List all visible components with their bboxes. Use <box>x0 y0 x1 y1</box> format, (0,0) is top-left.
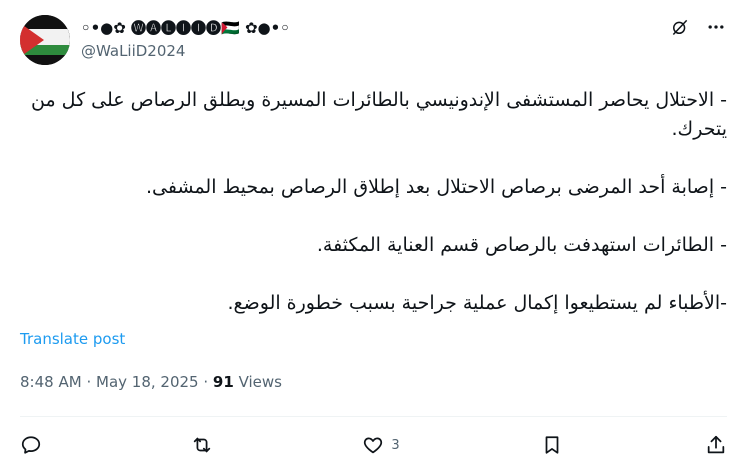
translate-post-link[interactable]: Translate post <box>20 330 125 348</box>
bookmark-icon <box>545 436 559 454</box>
post-time[interactable]: 8:48 AM <box>20 373 82 391</box>
reply-icon <box>21 436 41 454</box>
meta-separator: · <box>86 373 92 391</box>
post-meta: 8:48 AM · May 18, 2025 · 91 Views <box>20 373 282 391</box>
share-icon <box>707 435 725 454</box>
more-icon[interactable] <box>705 16 727 38</box>
avatar[interactable] <box>20 15 70 65</box>
display-name[interactable]: ◦•●✿ 🅦🅐🅛🅘🅘🅓🇵🇸 ✿●•◦ <box>81 16 290 38</box>
post-line: -الأطباء لم يستطيعوا إكمال عملية جراحية … <box>227 292 727 314</box>
repost-button[interactable] <box>190 434 220 456</box>
repost-icon <box>193 437 210 453</box>
post-date[interactable]: May 18, 2025 <box>96 373 199 391</box>
action-bar: 3 <box>20 431 727 459</box>
like-button[interactable]: 3 <box>361 434 400 456</box>
post-line: - إصابة أحد المرضى برصاص الاحتلال بعد إط… <box>146 176 727 198</box>
share-button[interactable] <box>705 434 727 456</box>
like-icon <box>364 437 383 454</box>
post-text: - الاحتلال يحاصر المستشفى الإندونيسي بال… <box>20 86 727 318</box>
views-label: Views <box>238 373 282 391</box>
reply-button[interactable] <box>20 434 48 456</box>
divider <box>20 416 727 417</box>
grok-icon[interactable] <box>669 16 691 38</box>
post-line: - الاحتلال يحاصر المستشفى الإندونيسي بال… <box>24 89 727 140</box>
post-line: - الطائرات استهدفت بالرصاص قسم العناية ا… <box>316 234 727 256</box>
meta-separator: · <box>203 373 209 391</box>
views-count: 91 <box>212 373 234 391</box>
user-handle[interactable]: @WaLiiD2024 <box>81 42 185 60</box>
bookmark-button[interactable] <box>541 434 563 456</box>
like-count: 3 <box>391 437 400 453</box>
